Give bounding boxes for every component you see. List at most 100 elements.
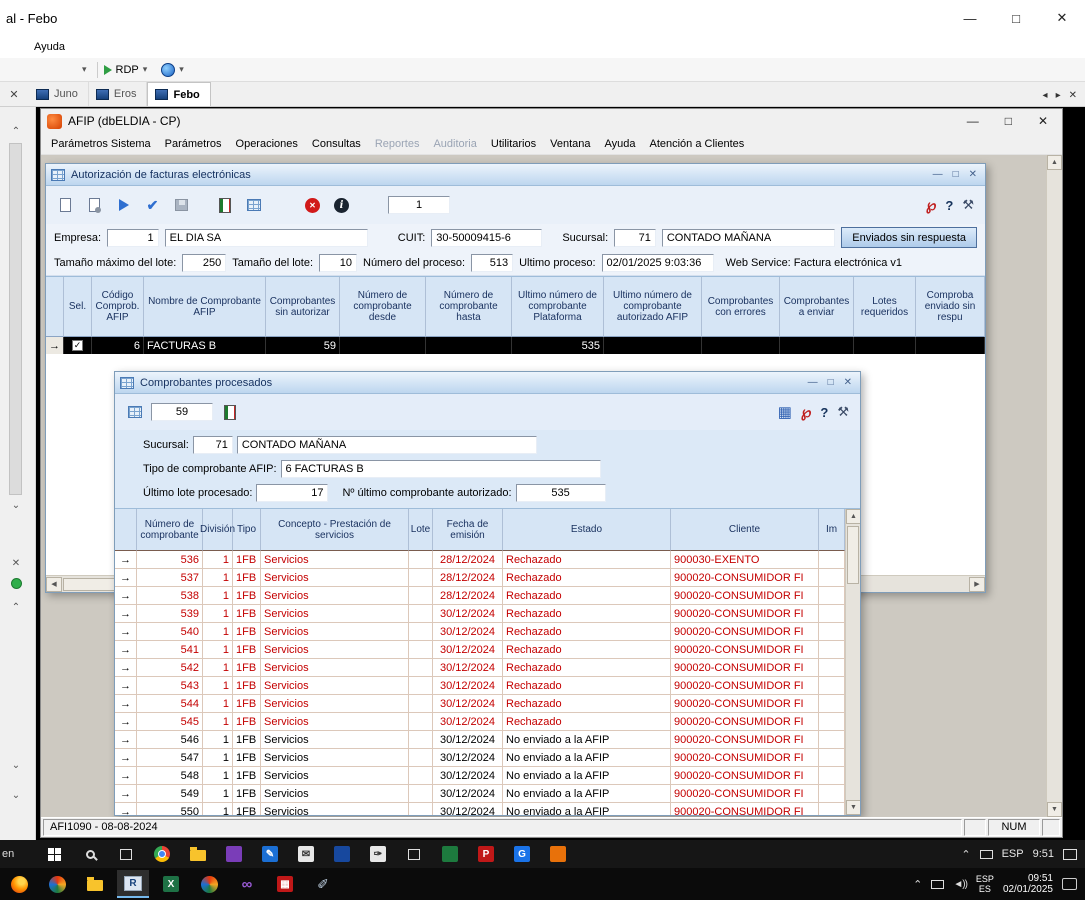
table-row[interactable]: → 543 1 1FB Servicios 30/12/2024 Rechaza…	[115, 677, 845, 695]
column-header[interactable]: Comproba enviado sin respu	[916, 277, 985, 337]
session-tab[interactable]: Febo	[147, 82, 210, 106]
infinity-app-icon[interactable]: ∞	[231, 870, 263, 898]
remote-manager-app-icon[interactable]: R	[117, 870, 149, 898]
menu-item[interactable]: Ventana	[543, 135, 597, 153]
menu-item[interactable]: Operaciones	[229, 135, 305, 153]
minimize-icon[interactable]: —	[933, 169, 943, 180]
table-row[interactable]: → 538 1 1FB Servicios 28/12/2024 Rechaza…	[115, 587, 845, 605]
empresa-nombre-field[interactable]: EL DIA SA	[165, 229, 368, 247]
rdp-protocol-label[interactable]: RDP	[116, 64, 139, 76]
table-row[interactable]: → 550 1 1FB Servicios 30/12/2024 No envi…	[115, 803, 845, 815]
minimize-icon[interactable]: —	[947, 1, 993, 35]
notification-icon[interactable]	[1063, 849, 1077, 860]
column-header[interactable]: Lote	[409, 509, 433, 551]
table-row[interactable]: → 540 1 1FB Servicios 30/12/2024 Rechaza…	[115, 623, 845, 641]
process-counter-field[interactable]: 1	[388, 196, 450, 214]
scroll-down-icon[interactable]: ⌄	[4, 757, 28, 773]
network-icon[interactable]	[931, 880, 944, 889]
menu-item[interactable]: Auditoria	[426, 135, 483, 153]
table-row[interactable]: → 548 1 1FB Servicios 30/12/2024 No envi…	[115, 767, 845, 785]
close-tab-icon[interactable]: ✕	[1069, 90, 1077, 101]
collapse-up-icon[interactable]: ⌃	[4, 599, 28, 615]
menu-item[interactable]: Parámetros Sistema	[44, 135, 158, 153]
document-properties-icon[interactable]	[82, 194, 107, 217]
speaker-icon[interactable]: ◄))	[953, 879, 967, 890]
info-icon[interactable]: i	[329, 194, 354, 217]
ledger-icon[interactable]	[217, 401, 242, 424]
minimize-icon[interactable]: —	[967, 114, 979, 128]
column-header[interactable]: Ultimo número de comprobante Plataforma	[512, 277, 604, 337]
mail-icon[interactable]: ✉	[293, 842, 319, 866]
print-icon[interactable]: ℘	[801, 403, 811, 421]
column-header[interactable]: Cliente	[671, 509, 819, 551]
table-row[interactable]: → 536 1 1FB Servicios 28/12/2024 Rechaza…	[115, 551, 845, 569]
dock-scrollbar[interactable]	[9, 143, 22, 495]
scroll-right-icon[interactable]: ▶	[969, 577, 985, 592]
column-header[interactable]: División	[203, 509, 233, 551]
tamano-lote-field[interactable]: 10	[319, 254, 357, 272]
firefox-icon[interactable]	[3, 870, 35, 898]
scroll-down-icon[interactable]: ⌄	[4, 787, 28, 803]
scroll-down-icon[interactable]: ▼	[1047, 802, 1062, 817]
close-icon[interactable]: ✕	[1039, 1, 1085, 35]
scroll-up-icon[interactable]: ▲	[1047, 155, 1062, 170]
app-icon[interactable]	[221, 842, 247, 866]
mdi-vertical-scrollbar[interactable]: ▲ ▼	[1046, 155, 1062, 817]
table-row[interactable]: → 537 1 1FB Servicios 28/12/2024 Rechaza…	[115, 569, 845, 587]
app-icon[interactable]: ▦	[269, 870, 301, 898]
export-grid-icon[interactable]	[241, 194, 266, 217]
record-counter-field[interactable]: 59	[151, 403, 213, 421]
sucursal-nombre-field[interactable]: CONTADO MAÑANA	[237, 436, 537, 454]
start-icon[interactable]	[41, 842, 67, 866]
table-row[interactable]: → 545 1 1FB Servicios 30/12/2024 Rechaza…	[115, 713, 845, 731]
close-icon[interactable]: ✕	[1038, 114, 1048, 128]
column-header[interactable]: Lotes requeridos	[854, 277, 916, 337]
table-row[interactable]: → 539 1 1FB Servicios 30/12/2024 Rechaza…	[115, 605, 845, 623]
resize-grip[interactable]	[1042, 819, 1060, 836]
connect-icon[interactable]	[104, 65, 112, 75]
column-header[interactable]: Comprobantes sin autorizar	[266, 277, 340, 337]
export-grid-icon[interactable]	[122, 401, 147, 424]
chevron-down-icon[interactable]: ▾	[175, 64, 188, 75]
column-header[interactable]: Im	[819, 509, 845, 551]
help-icon[interactable]: ?	[820, 405, 828, 420]
scroll-down-icon[interactable]: ▼	[846, 800, 860, 815]
column-header[interactable]: Estado	[503, 509, 671, 551]
network-icon[interactable]	[980, 850, 993, 859]
maximize-icon[interactable]: □	[1005, 114, 1012, 128]
empresa-num-field[interactable]: 1	[107, 229, 159, 247]
folder-icon[interactable]	[185, 842, 211, 866]
column-header[interactable]: Ultimo número de comprobante autorizado …	[604, 277, 702, 337]
column-header[interactable]: Número de comprobante	[137, 509, 203, 551]
paint-app-icon[interactable]	[41, 870, 73, 898]
sel-checkbox-cell[interactable]: ✓	[64, 337, 92, 354]
menu-ayuda[interactable]: Ayuda	[28, 39, 71, 55]
app-icon[interactable]	[545, 842, 571, 866]
tray-expand-icon[interactable]: ⌃	[961, 848, 970, 861]
pen-app-icon[interactable]: ✐	[307, 870, 339, 898]
confirm-icon[interactable]: ✔	[140, 194, 165, 217]
chevron-down-icon[interactable]: ▾	[139, 64, 152, 75]
numero-proceso-field[interactable]: 513	[471, 254, 513, 272]
excel-icon[interactable]: X	[155, 870, 187, 898]
globe-icon[interactable]	[161, 63, 175, 77]
pen-app-icon[interactable]: ✑	[365, 842, 391, 866]
language-indicator[interactable]: ESP ES	[976, 874, 994, 894]
table-row[interactable]: → 546 1 1FB Servicios 30/12/2024 No envi…	[115, 731, 845, 749]
prev-tab-icon[interactable]: ◂	[1043, 90, 1048, 101]
column-header[interactable]: Tipo	[233, 509, 261, 551]
sucursal-num-field[interactable]: 71	[614, 229, 656, 247]
close-icon[interactable]: ✕	[4, 555, 28, 571]
session-tab[interactable]: Juno	[29, 82, 89, 106]
app-icon[interactable]: ✎	[257, 842, 283, 866]
office-app-icon[interactable]	[193, 870, 225, 898]
tamano-maximo-field[interactable]: 250	[182, 254, 226, 272]
scroll-left-icon[interactable]: ◀	[46, 577, 62, 592]
scrollbar-thumb[interactable]	[847, 526, 859, 584]
ultimo-comprobante-field[interactable]: 535	[516, 484, 606, 502]
column-header[interactable]: Comprobantes a enviar	[780, 277, 854, 337]
run-icon[interactable]	[111, 194, 136, 217]
scroll-down-icon[interactable]: ⌄	[4, 497, 28, 513]
menu-item[interactable]: Utilitarios	[484, 135, 543, 153]
settings-icon[interactable]: ⚒	[837, 404, 849, 420]
